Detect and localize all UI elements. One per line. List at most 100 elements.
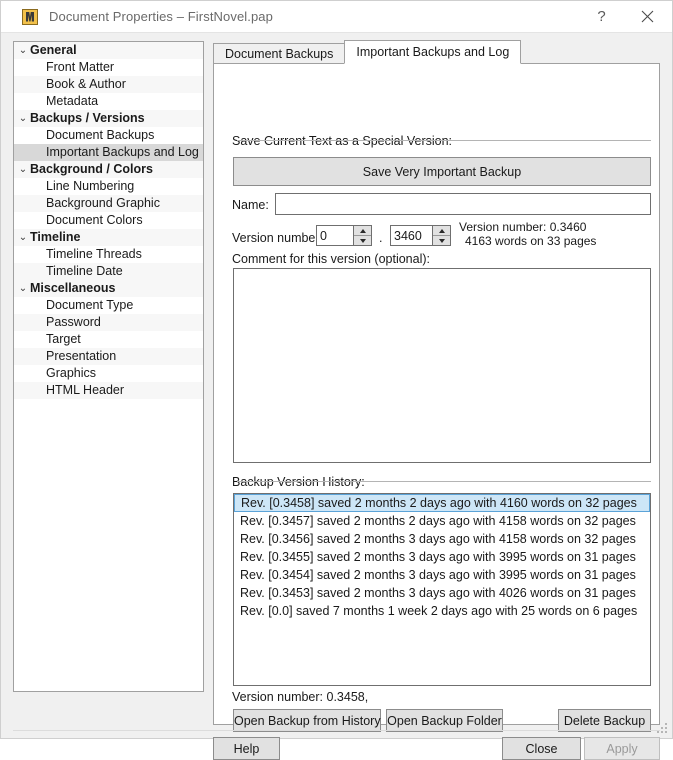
sidebar-item-background-colors[interactable]: ⌄ Background / Colors xyxy=(14,161,203,178)
sidebar-item-label: Target xyxy=(46,332,81,346)
version-minor-stepper-buttons[interactable] xyxy=(432,226,450,245)
sidebar-item-label: General xyxy=(30,43,77,57)
help-button[interactable]: Help xyxy=(213,737,280,760)
tab-important-backups-and-log[interactable]: Important Backups and Log xyxy=(344,40,522,64)
sidebar-item-general[interactable]: ⌄ General xyxy=(14,42,203,59)
version-major-stepper[interactable] xyxy=(316,225,372,246)
chevron-down-icon[interactable]: ⌄ xyxy=(17,229,29,246)
sidebar-item-label: Graphics xyxy=(46,366,97,380)
backup-history-row[interactable]: Rev. [0.3458] saved 2 months 2 days ago … xyxy=(234,494,650,512)
sidebar-item-timeline-threads[interactable]: Timeline Threads xyxy=(14,246,203,263)
sidebar-item-label: Background Graphic xyxy=(46,196,160,210)
sidebar-item-book-author[interactable]: Book & Author xyxy=(14,76,203,93)
save-special-version-group-label: Save Current Text as a Special Version: xyxy=(232,134,458,148)
sidebar-item-label: Password xyxy=(46,315,101,329)
save-very-important-backup-button[interactable]: Save Very Important Backup xyxy=(233,157,651,186)
selected-version-label: Version number: 0.3458, xyxy=(232,690,369,704)
sidebar-item-label: Timeline Date xyxy=(46,264,123,278)
chevron-down-icon[interactable]: ⌄ xyxy=(17,280,29,297)
sidebar-item-metadata[interactable]: Metadata xyxy=(14,93,203,110)
sidebar-item-document-backups[interactable]: Document Backups xyxy=(14,127,203,144)
document-properties-window: Document Properties – FirstNovel.pap ? ⌄… xyxy=(0,0,673,760)
sidebar-item-document-colors[interactable]: Document Colors xyxy=(14,212,203,229)
sidebar-item-front-matter[interactable]: Front Matter xyxy=(14,59,203,76)
name-input[interactable] xyxy=(275,193,651,215)
apply-button[interactable]: Apply xyxy=(584,737,660,760)
open-backup-folder-button[interactable]: Open Backup Folder xyxy=(386,709,503,732)
version-major-decrement-button[interactable] xyxy=(354,236,371,245)
sidebar-item-password[interactable]: Password xyxy=(14,314,203,331)
version-number-label: Version number: xyxy=(232,231,324,245)
sidebar-item-timeline-date[interactable]: Timeline Date xyxy=(14,263,203,280)
name-label: Name: xyxy=(232,198,269,212)
history-group-divider xyxy=(237,481,651,482)
sidebar-item-target[interactable]: Target xyxy=(14,331,203,348)
sidebar-item-line-numbering[interactable]: Line Numbering xyxy=(14,178,203,195)
sidebar-item-label: Timeline Threads xyxy=(46,247,142,261)
settings-category-tree[interactable]: ⌄ General Front Matter Book & Author Metadat… xyxy=(13,41,204,692)
sidebar-item-html-header[interactable]: HTML Header xyxy=(14,382,203,399)
close-button[interactable]: Close xyxy=(502,737,581,760)
backup-history-row[interactable]: Rev. [0.3456] saved 2 months 3 days ago … xyxy=(234,530,650,548)
open-backup-from-history-button[interactable]: Open Backup from History xyxy=(233,709,381,732)
backup-history-row[interactable]: Rev. [0.3453] saved 2 months 3 days ago … xyxy=(234,584,650,602)
save-group-divider xyxy=(237,140,651,141)
sidebar-item-label: Background / Colors xyxy=(30,162,153,176)
backup-history-row[interactable]: Rev. [0.3454] saved 2 months 3 days ago … xyxy=(234,566,650,584)
resize-grip-icon[interactable] xyxy=(657,723,669,735)
sidebar-item-document-type[interactable]: Document Type xyxy=(14,297,203,314)
window-title: Document Properties – FirstNovel.pap xyxy=(49,9,273,24)
sidebar-item-label: Line Numbering xyxy=(46,179,135,193)
sidebar-item-label: Presentation xyxy=(46,349,117,363)
chevron-down-icon[interactable]: ⌄ xyxy=(17,42,29,59)
tab-label: Important Backups and Log xyxy=(356,45,510,59)
sidebar-item-timeline[interactable]: ⌄ Timeline xyxy=(14,229,203,246)
version-major-input[interactable] xyxy=(317,226,353,245)
version-minor-stepper[interactable] xyxy=(390,225,451,246)
comment-label: Comment for this version (optional): xyxy=(232,252,430,266)
version-separator-label: . xyxy=(379,231,383,245)
sidebar-item-graphics[interactable]: Graphics xyxy=(14,365,203,382)
backup-version-history-group-label: Backup Version History: xyxy=(232,475,370,489)
chevron-down-icon[interactable]: ⌄ xyxy=(17,110,29,127)
sidebar-item-label: Document Type xyxy=(46,298,134,312)
close-window-button[interactable] xyxy=(625,1,670,32)
sidebar-item-label: Timeline xyxy=(30,230,81,244)
sidebar-item-label: Document Backups xyxy=(46,128,155,142)
sidebar-item-label: Book & Author xyxy=(46,77,126,91)
sidebar-item-label: Miscellaneous xyxy=(30,281,116,295)
papyrus-app-icon xyxy=(22,8,38,25)
tab-label: Document Backups xyxy=(225,47,334,61)
sidebar-item-label: Metadata xyxy=(46,94,99,108)
sidebar-item-label: Front Matter xyxy=(46,60,115,74)
version-minor-decrement-button[interactable] xyxy=(433,236,450,245)
dialog-body: ⌄ General Front Matter Book & Author Metadat… xyxy=(1,33,672,760)
help-titlebar-button[interactable]: ? xyxy=(579,1,624,32)
version-minor-increment-button[interactable] xyxy=(433,226,450,236)
delete-backup-button[interactable]: Delete Backup xyxy=(558,709,651,732)
version-major-increment-button[interactable] xyxy=(354,226,371,236)
sidebar-item-miscellaneous[interactable]: ⌄ Miscellaneous xyxy=(14,280,203,297)
sidebar-item-label: Backups / Versions xyxy=(30,111,145,125)
backup-history-row[interactable]: Rev. [0.3455] saved 2 months 3 days ago … xyxy=(234,548,650,566)
backup-history-row[interactable]: Rev. [0.0] saved 7 months 1 week 2 days … xyxy=(234,602,650,620)
version-major-stepper-buttons[interactable] xyxy=(353,226,371,245)
sidebar-item-background-graphic[interactable]: Background Graphic xyxy=(14,195,203,212)
backup-version-history-list[interactable]: Rev. [0.3458] saved 2 months 2 days ago … xyxy=(233,493,651,686)
important-backups-and-log-panel: Save Current Text as a Special Version: … xyxy=(213,63,660,732)
sidebar-item-important-backups-and-log[interactable]: Important Backups and Log xyxy=(14,144,203,161)
question-mark-icon: ? xyxy=(597,8,606,25)
sidebar-item-backups-versions[interactable]: ⌄ Backups / Versions xyxy=(14,110,203,127)
sidebar-item-label: Important Backups and Log xyxy=(46,145,199,159)
tab-strip[interactable]: Document Backups Important Backups and Lo… xyxy=(213,40,522,64)
backup-history-row[interactable]: Rev. [0.3457] saved 2 months 2 days ago … xyxy=(234,512,650,530)
tab-document-backups[interactable]: Document Backups xyxy=(213,43,346,64)
close-icon xyxy=(641,10,654,23)
sidebar-item-label: HTML Header xyxy=(46,383,125,397)
sidebar-item-presentation[interactable]: Presentation xyxy=(14,348,203,365)
comment-textarea[interactable] xyxy=(233,268,651,463)
title-bar: Document Properties – FirstNovel.pap ? xyxy=(1,1,672,32)
chevron-down-icon[interactable]: ⌄ xyxy=(17,161,29,178)
sidebar-item-label: Document Colors xyxy=(46,213,143,227)
version-minor-input[interactable] xyxy=(391,226,432,245)
